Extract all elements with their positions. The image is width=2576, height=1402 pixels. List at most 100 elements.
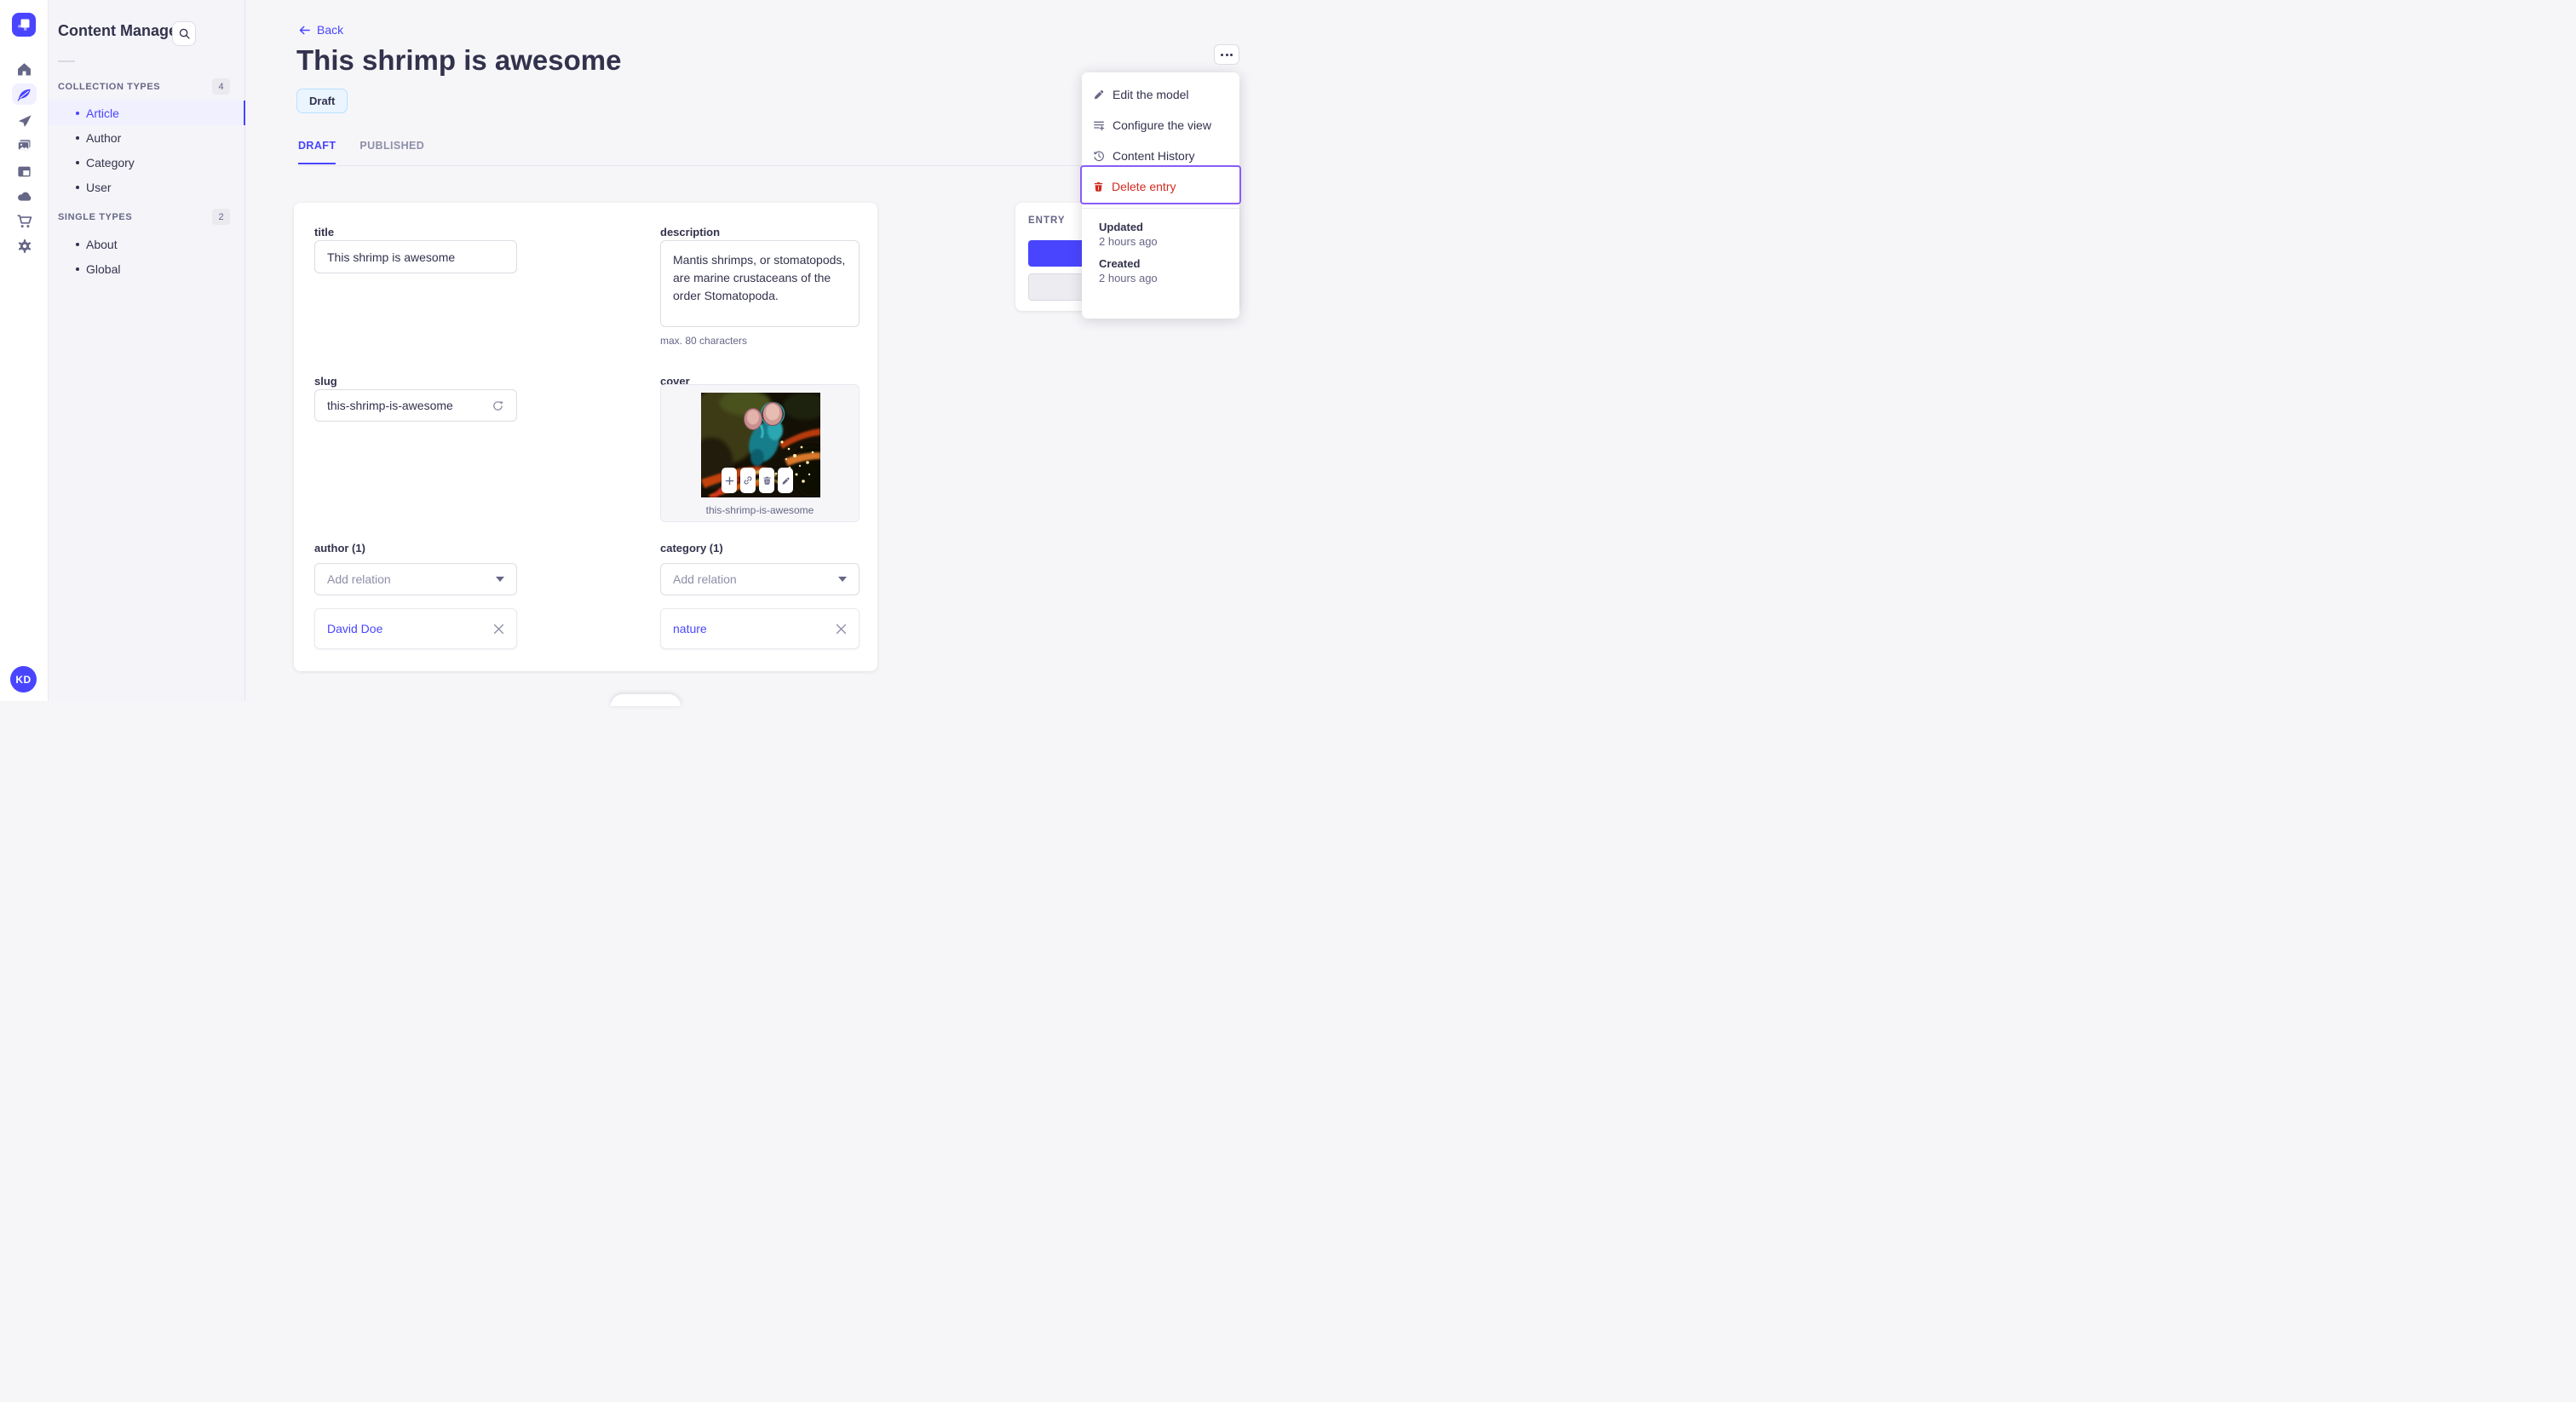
- history-clock-icon: [1094, 151, 1104, 162]
- sidebar-item-label: User: [86, 180, 112, 194]
- author-relation-link[interactable]: David Doe: [327, 622, 493, 635]
- cover-caption: this-shrimp-is-awesome: [705, 504, 814, 516]
- slug-input[interactable]: this-shrimp-is-awesome: [314, 389, 517, 422]
- app-window: KD Content Manager COLLECTION TYPES 4 Ar…: [0, 0, 1288, 706]
- bullet-dot: [76, 160, 79, 164]
- title-input-value: This shrimp is awesome: [327, 250, 456, 264]
- sidebar: Content Manager COLLECTION TYPES 4 Artic…: [49, 0, 245, 701]
- section-collection-types: COLLECTION TYPES: [58, 82, 161, 92]
- category-field-label: category (1): [660, 542, 723, 554]
- user-avatar[interactable]: KD: [10, 666, 37, 692]
- sidebar-item-label: Global: [86, 261, 121, 276]
- author-field-label: author (1): [314, 542, 365, 554]
- search-button[interactable]: [172, 21, 196, 46]
- bullet-dot: [76, 185, 79, 189]
- sidebar-item-label: About: [86, 237, 118, 251]
- title-field-label: title: [314, 226, 335, 238]
- settings-gear-icon[interactable]: [15, 237, 33, 255]
- plus-icon: [725, 476, 733, 485]
- description-textarea[interactable]: Mantis shrimps, or stomatopods, are mari…: [660, 240, 860, 327]
- tab-draft[interactable]: DRAFT: [298, 140, 336, 164]
- category-relation-item: nature: [660, 608, 860, 649]
- description-helper: max. 80 characters: [660, 335, 748, 347]
- more-actions-button[interactable]: [1214, 44, 1239, 65]
- sidebar-title: Content Manager: [58, 22, 184, 39]
- avatar-initials: KD: [15, 673, 32, 686]
- back-arrow-icon: [299, 26, 310, 34]
- sidebar-item-label: Author: [86, 130, 122, 145]
- back-link[interactable]: Back: [298, 23, 343, 37]
- status-badge: Draft: [296, 89, 348, 113]
- single-types-count: 2: [212, 209, 230, 225]
- created-label: Created: [1099, 257, 1141, 270]
- description-field-label: description: [660, 226, 721, 238]
- menu-item-label: Edit the model: [1113, 88, 1189, 101]
- marketplace-cart-icon[interactable]: [15, 212, 33, 230]
- dot: [1221, 53, 1223, 56]
- sidebar-item-global[interactable]: Global: [49, 256, 245, 281]
- sidebar-item-user[interactable]: User: [49, 175, 245, 199]
- delete-entry-highlight-outline: [1080, 165, 1241, 204]
- edit-asset-button[interactable]: [778, 468, 793, 493]
- section-single-types: SINGLE TYPES: [58, 212, 133, 222]
- cover-field: this-shrimp-is-awesome: [660, 384, 860, 522]
- chevron-down-icon: [838, 577, 847, 582]
- more-actions-menu: Edit the model Configure the view Conten…: [1080, 72, 1241, 319]
- pencil-icon: [1094, 90, 1104, 100]
- slug-field-label: slug: [314, 375, 337, 388]
- deploy-cloud-icon[interactable]: [15, 187, 33, 205]
- home-icon[interactable]: [15, 60, 33, 78]
- category-add-relation-select[interactable]: Add relation: [660, 563, 860, 595]
- bottom-floating-widget[interactable]: [611, 694, 681, 706]
- regenerate-slug-icon[interactable]: [492, 399, 504, 412]
- pencil-icon: [781, 477, 789, 485]
- media-library-icon[interactable]: [15, 136, 33, 154]
- sidebar-item-label: Category: [86, 155, 135, 170]
- slug-input-value: this-shrimp-is-awesome: [327, 399, 453, 412]
- content-manager-icon[interactable]: [15, 85, 33, 103]
- nav-rail: KD: [0, 0, 49, 701]
- trash-icon: [763, 476, 770, 485]
- title-input[interactable]: This shrimp is awesome: [314, 240, 517, 273]
- configure-list-icon: [1094, 121, 1105, 131]
- updated-value: 2 hours ago: [1099, 235, 1158, 248]
- menu-item-configure-view[interactable]: Configure the view: [1082, 110, 1239, 141]
- menu-item-label: Configure the view: [1113, 118, 1211, 132]
- remove-asset-button[interactable]: [759, 468, 774, 493]
- layouts-icon[interactable]: [15, 163, 33, 181]
- category-relation-link[interactable]: nature: [673, 622, 836, 635]
- entry-panel-title: ENTRY: [1028, 215, 1066, 226]
- sidebar-item-category[interactable]: Category: [49, 150, 245, 175]
- sidebar-item-about[interactable]: About: [49, 232, 245, 256]
- edit-form-card: title This shrimp is awesome description…: [294, 203, 877, 671]
- strapi-logo-icon: [18, 19, 30, 31]
- bullet-dot: [76, 267, 79, 271]
- add-asset-button[interactable]: [722, 468, 737, 493]
- bullet-dot: [76, 135, 79, 140]
- sidebar-item-label: Article: [86, 106, 119, 120]
- copy-link-button[interactable]: [740, 468, 756, 493]
- tab-published[interactable]: PUBLISHED: [359, 140, 424, 164]
- bullet-dot: [76, 111, 79, 115]
- tab-bar: DRAFT PUBLISHED: [298, 140, 424, 164]
- remove-relation-icon[interactable]: [493, 623, 504, 635]
- collection-types-count: 4: [212, 78, 230, 95]
- author-add-relation-select[interactable]: Add relation: [314, 563, 517, 595]
- sidebar-item-article[interactable]: Article: [49, 101, 245, 125]
- strapi-logo[interactable]: [12, 13, 36, 37]
- remove-relation-icon[interactable]: [836, 623, 847, 635]
- releases-icon[interactable]: [15, 112, 33, 129]
- author-relation-item: David Doe: [314, 608, 517, 649]
- dot: [1230, 53, 1233, 56]
- author-select-placeholder: Add relation: [327, 572, 391, 586]
- bullet-dot: [76, 242, 79, 246]
- created-value: 2 hours ago: [1099, 272, 1158, 284]
- chevron-down-icon: [496, 577, 504, 582]
- menu-item-edit-model[interactable]: Edit the model: [1082, 79, 1239, 110]
- sidebar-item-author[interactable]: Author: [49, 125, 245, 150]
- updated-label: Updated: [1099, 221, 1143, 233]
- entry-meta: Updated 2 hours ago Created 2 hours ago: [1082, 209, 1239, 294]
- search-icon: [179, 28, 190, 39]
- page-title: This shrimp is awesome: [296, 44, 622, 76]
- dot: [1225, 53, 1228, 56]
